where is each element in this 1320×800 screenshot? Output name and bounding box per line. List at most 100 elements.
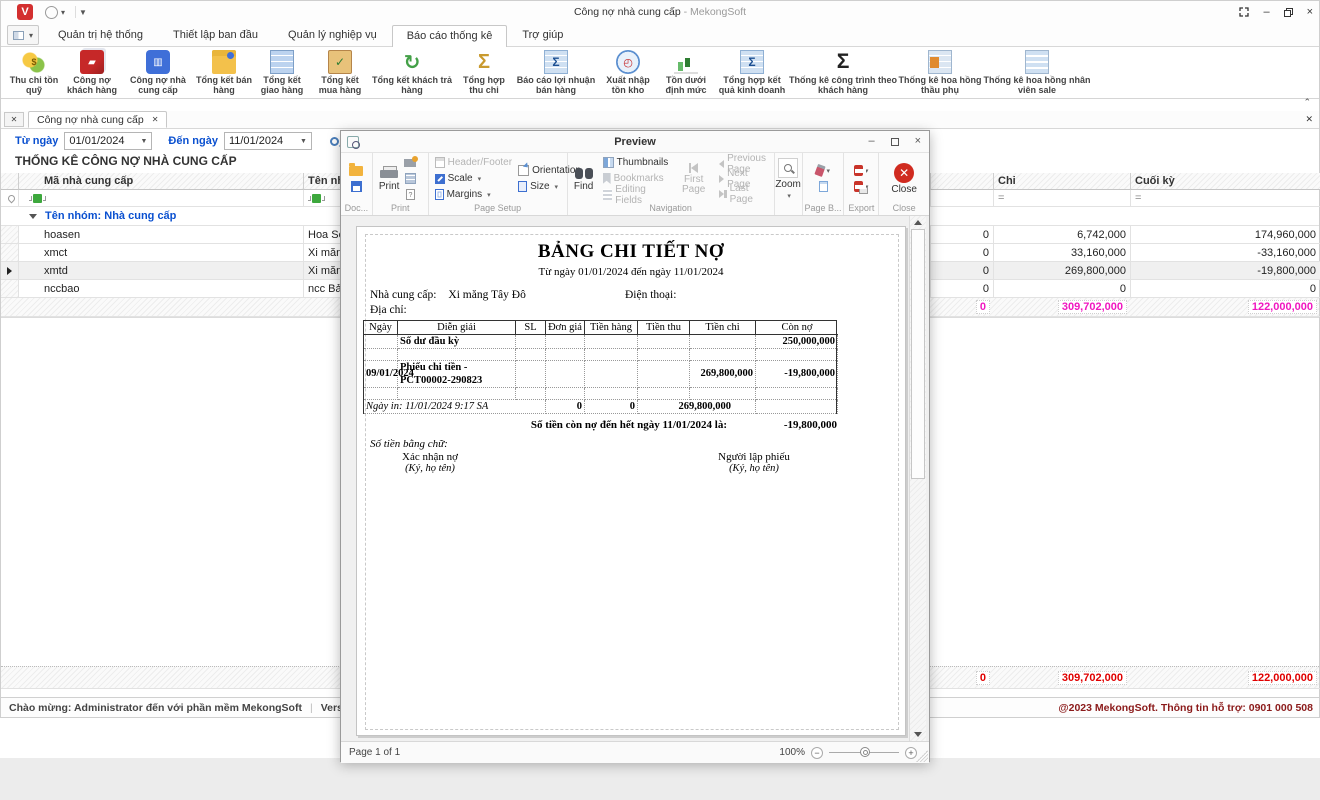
close-button[interactable]: × [1307,7,1313,18]
size-icon [518,181,527,192]
print-button[interactable]: Print [375,166,404,192]
return-arrow-icon: ↻ [400,50,424,74]
sign-right: Người lập phiếu(Ký, họ tên) [699,451,809,474]
ribbon-collapse-icon[interactable]: ⌃ [1303,97,1311,108]
app-menu-button[interactable]: ▾ [7,25,39,45]
thumbnails-button[interactable]: Thumbnails [603,156,669,169]
title-bar: V ▾ ▼ Công nợ nhà cung cấp - MekongSoft … [1,1,1319,23]
from-date-input[interactable]: 01/01/2024▼ [64,132,152,150]
filter-cell-ma[interactable] [19,190,304,207]
page-setup-dialog-button[interactable]: ? [403,188,417,201]
close-preview-button[interactable]: ✕Close [887,163,921,195]
ribbon-button-ton-duoi-dinh-muc[interactable]: Tồn dưới định mức [657,49,715,95]
contains-filter-icon[interactable] [308,194,325,203]
report-title: BẢNG CHI TIẾT NỢ [357,241,905,263]
export-pdf-button[interactable] [854,164,868,177]
ribbon-button-tong-ket-mua-hang[interactable]: ✓Tổng kết mua hàng [311,49,369,95]
ribbon-button-xuat-nhap-ton-kho[interactable]: ◴Xuất nhập tồn kho [599,49,657,95]
to-date-label: Đến ngày [168,135,218,147]
column-header-chi[interactable]: Chi [994,173,1131,190]
row-indicator [1,280,19,298]
ribbon-button-hoa-hong-thau-phu[interactable]: Thống kê hoa hồng thầu phụ [897,49,983,95]
row-indicator [1,244,19,262]
margins-icon [435,189,444,200]
contains-filter-icon[interactable] [29,194,46,203]
resize-grip[interactable] [916,750,928,762]
ribbon-button-cong-no-nha-cung-cap[interactable]: ▥Công nợ nhà cung cấp [121,49,195,95]
opening-balance-value: 250,000,000 [756,335,838,349]
chevron-down-icon[interactable]: ▾ [61,8,65,17]
ribbon-button-bao-cao-loi-nhuan[interactable]: ΣBáo cáo lợi nhuận bán hàng [513,49,599,95]
page-color-button[interactable] [816,164,830,177]
tab-thiet-lap-ban-dau[interactable]: Thiết lập ban đầu [158,24,273,46]
ribbon-button-tong-ket-giao-hang[interactable]: Tổng kết giao hàng [253,49,311,95]
navigation-group: Find Thumbnails Bookmarks Editing Fields… [568,153,775,215]
screen: V ▾ ▼ Công nợ nhà cung cấp - MekongSoft … [0,0,1320,800]
zoom-button[interactable]: Zoom [771,158,805,200]
current-row-indicator [1,262,19,280]
quick-access-circle-icon[interactable] [45,6,58,19]
filter-cell-chi[interactable]: = [994,190,1131,207]
dialog-title-bar[interactable]: Preview – × [341,131,929,153]
ribbon-button-thong-ke-cong-trinh[interactable]: ΣThống kê công trình theo khách hàng [789,49,897,95]
ribbon-button-thu-chi-ton-quy[interactable]: $Thu chi tồn quỹ [5,49,63,95]
to-date-input[interactable]: 11/01/2024▼ [224,132,312,150]
filter-cell-thu[interactable] [931,190,994,207]
panel-close-icon[interactable]: ✕ [1305,114,1313,125]
ribbon-button-cong-no-khach-hang[interactable]: ▰Công nợ khách hàng [63,49,121,95]
column-header-ma[interactable]: Mã nhà cung cấp [19,173,304,190]
send-pdf-button[interactable] [854,180,868,193]
report-page: BẢNG CHI TIẾT NỢ Từ ngày 01/01/2024 đến … [356,226,906,736]
editing-fields-icon [603,189,613,200]
welcome-text: Chào mừng: Administrator đến với phần mề… [9,702,302,714]
dialog-minimize-button[interactable]: – [868,136,874,147]
zoom-out-button[interactable]: − [811,747,823,759]
margins-button[interactable]: Margins [435,188,512,201]
preview-scrollbar[interactable] [909,216,926,741]
quick-print-icon [404,159,416,167]
qat-customize-icon[interactable]: ▼ [79,8,87,17]
ribbon-button-tong-ket-ban-hang[interactable]: Tổng kết bán hàng [195,49,253,95]
column-header-thu[interactable] [931,173,994,190]
closing-balance-line: Số tiền còn nợ đến hết ngày 11/01/2024 l… [363,419,837,431]
total-tien-hang: 0 [585,400,638,414]
column-header-cuoi-ky[interactable]: Cuối kỳ [1131,173,1320,190]
find-button[interactable]: Find [570,166,598,192]
printer-icon [380,166,398,180]
zoom-slider[interactable] [829,752,899,753]
row-tien-chi: 269,800,000 [690,361,756,388]
ribbon-button-tong-ket-khach-tra-hang[interactable]: ↻Tổng kết khách trả hàng [369,49,455,95]
open-document-button[interactable] [349,164,363,177]
close-tab-icon[interactable]: ✕ [152,115,159,124]
tab-bao-cao-thong-ke[interactable]: Báo cáo thống kê [392,25,508,47]
print-options-button[interactable] [403,172,417,185]
tab-tro-giup[interactable]: Trợ giúp [507,24,578,46]
minimize-button[interactable]: – [1263,7,1269,18]
collapse-group-icon[interactable] [29,214,37,219]
scrollbar-thumb[interactable] [911,229,925,479]
filter-cell-cuoi-ky[interactable]: = [1131,190,1320,207]
doc-tab-cong-no-nha-cung-cap[interactable]: Công nợ nhà cung cấp✕ [28,111,167,128]
preview-area: BẢNG CHI TIẾT NỢ Từ ngày 01/01/2024 đến … [341,216,929,741]
quick-print-button[interactable] [403,156,417,169]
row-indicator-header [1,173,19,190]
zoom-slider-thumb[interactable] [860,747,870,757]
tab-quan-tri-he-thong[interactable]: Quản trị hệ thống [43,24,158,46]
fullscreen-button[interactable] [1239,7,1249,17]
restore-button[interactable] [1284,8,1293,17]
scale-button[interactable]: Scale [435,172,512,185]
watermark-page-icon [819,181,828,192]
scroll-down-icon[interactable] [914,732,922,737]
ribbon-button-ket-qua-kinh-doanh[interactable]: ΣTổng hợp kết quả kinh doanh [715,49,789,95]
close-all-tabs-button[interactable]: ✕ [4,112,24,127]
watermark-button[interactable] [816,180,830,193]
ribbon-button-tong-hop-thu-chi[interactable]: ΣTổng hợp thu chi [455,49,513,95]
dialog-maximize-button[interactable] [891,138,899,146]
dialog-close-button[interactable]: × [915,136,921,147]
ribbon-button-hoa-hong-nhan-vien-sale[interactable]: Thống kê hoa hồng nhân viên sale [983,49,1091,95]
close-group: ✕Close Close [879,153,929,215]
save-document-button[interactable] [349,180,363,193]
scroll-up-icon[interactable] [914,220,922,225]
coins-icon: $ [22,50,46,74]
tab-quan-ly-nghiep-vu[interactable]: Quản lý nghiệp vụ [273,24,392,46]
